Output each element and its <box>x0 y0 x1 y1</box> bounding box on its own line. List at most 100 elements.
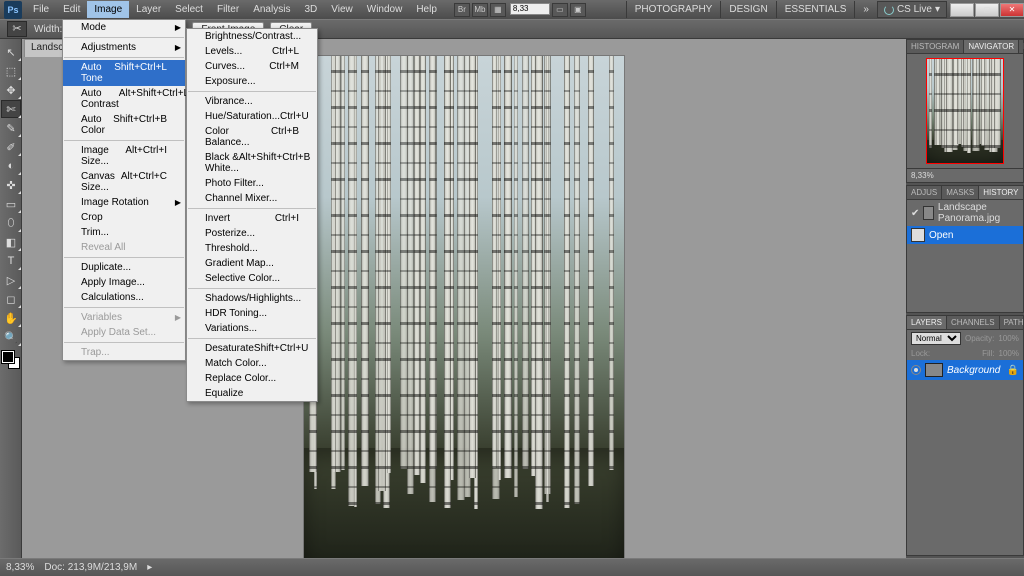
tool-11[interactable]: T <box>1 252 21 270</box>
tool-13[interactable]: ◻ <box>1 290 21 308</box>
tool-10[interactable]: ◧ <box>1 233 21 251</box>
tool-8[interactable]: ▭ <box>1 195 21 213</box>
layer-row-background[interactable]: Background 🔒 <box>907 360 1023 380</box>
fill-value[interactable]: 100% <box>999 349 1019 358</box>
menuitem-auto-tone[interactable]: Auto ToneShift+Ctrl+L <box>63 60 185 86</box>
menuitem-variations---[interactable]: Variations... <box>187 321 317 336</box>
menu-layer[interactable]: Layer <box>129 1 168 18</box>
tool-5[interactable]: ✐ <box>1 138 21 156</box>
menu-window[interactable]: Window <box>360 1 410 18</box>
tool-14[interactable]: ✋ <box>1 309 21 327</box>
menuitem-image-rotation[interactable]: Image Rotation▶ <box>63 195 185 210</box>
tab-adjustments[interactable]: ADJUS <box>907 186 942 199</box>
tab-paths[interactable]: PATHS <box>1000 316 1024 329</box>
workspace-essentials[interactable]: ESSENTIALS <box>776 1 855 18</box>
menu-edit[interactable]: Edit <box>56 1 87 18</box>
tab-info[interactable]: INFO <box>1019 40 1024 53</box>
menuitem-shadows-highlights---[interactable]: Shadows/Highlights... <box>187 291 317 306</box>
color-swatches[interactable] <box>2 351 20 369</box>
cs-live-button[interactable]: CS Live▾ <box>877 1 947 18</box>
menu-filter[interactable]: Filter <box>210 1 246 18</box>
menuitem-vibrance---[interactable]: Vibrance... <box>187 94 317 109</box>
menu-3d[interactable]: 3D <box>297 1 324 18</box>
workspace-more[interactable]: » <box>854 1 875 18</box>
tool-4[interactable]: ✎ <box>1 119 21 137</box>
menuitem-hdr-toning---[interactable]: HDR Toning... <box>187 306 317 321</box>
tool-2[interactable]: ✥ <box>1 81 21 99</box>
menuitem-brightness-contrast---[interactable]: Brightness/Contrast... <box>187 29 317 44</box>
navigator-thumbnail[interactable] <box>926 58 1004 164</box>
minimize-button[interactable]: — <box>950 3 974 17</box>
tool-0[interactable]: ↖ <box>1 43 21 61</box>
tab-layers[interactable]: LAYERS <box>907 316 947 329</box>
canvas[interactable] <box>304 56 624 559</box>
tool-15[interactable]: 🔍 <box>1 328 21 346</box>
menuitem-auto-contrast[interactable]: Auto ContrastAlt+Shift+Ctrl+L <box>63 86 185 112</box>
bridge-icon[interactable]: Br <box>454 3 470 17</box>
menuitem-equalize[interactable]: Equalize <box>187 386 317 401</box>
menu-help[interactable]: Help <box>409 1 444 18</box>
visibility-eye-icon[interactable] <box>911 365 921 375</box>
tab-history[interactable]: HISTORY <box>979 186 1023 199</box>
menuitem-color-balance---[interactable]: Color Balance...Ctrl+B <box>187 124 317 150</box>
menuitem-replace-color---[interactable]: Replace Color... <box>187 371 317 386</box>
tab-channels[interactable]: CHANNELS <box>947 316 1000 329</box>
zoom-level-field[interactable]: 8,33 <box>510 3 550 15</box>
tab-masks[interactable]: MASKS <box>942 186 979 199</box>
menuitem-canvas-size---[interactable]: Canvas Size...Alt+Ctrl+C <box>63 169 185 195</box>
menu-file[interactable]: File <box>26 1 56 18</box>
tool-6[interactable]: ◐ <box>1 157 21 175</box>
menuitem-desaturate[interactable]: DesaturateShift+Ctrl+U <box>187 341 317 356</box>
status-doc-size[interactable]: Doc: 213,9M/213,9M <box>44 562 137 573</box>
viewextras-icon[interactable]: ▦ <box>490 3 506 17</box>
menuitem-apply-image---[interactable]: Apply Image... <box>63 275 185 290</box>
menuitem-adjustments[interactable]: Adjustments▶ <box>63 40 185 55</box>
workspace-photography[interactable]: PHOTOGRAPHY <box>626 1 721 18</box>
blend-mode-select[interactable]: Normal <box>911 332 961 345</box>
menuitem-threshold---[interactable]: Threshold... <box>187 241 317 256</box>
tab-histogram[interactable]: HISTOGRAM <box>907 40 964 53</box>
tool-9[interactable]: ⬯ <box>1 214 21 232</box>
status-arrow-icon[interactable]: ▸ <box>147 562 152 573</box>
workspace-design[interactable]: DESIGN <box>720 1 775 18</box>
tool-1[interactable]: ⬚ <box>1 62 21 80</box>
menuitem-photo-filter---[interactable]: Photo Filter... <box>187 176 317 191</box>
menuitem-black---white---[interactable]: Black & White...Alt+Shift+Ctrl+B <box>187 150 317 176</box>
menu-select[interactable]: Select <box>168 1 210 18</box>
menuitem-selective-color---[interactable]: Selective Color... <box>187 271 317 286</box>
history-state-open[interactable]: Open <box>907 226 1023 244</box>
menuitem-match-color---[interactable]: Match Color... <box>187 356 317 371</box>
close-button[interactable]: ✕ <box>1000 3 1024 17</box>
menu-image[interactable]: Image <box>87 1 129 18</box>
maximize-button[interactable]: ◻ <box>975 3 999 17</box>
menuitem-mode[interactable]: Mode▶ <box>63 20 185 35</box>
screenmode-icon[interactable]: ▣ <box>570 3 586 17</box>
menuitem-posterize---[interactable]: Posterize... <box>187 226 317 241</box>
menuitem-gradient-map---[interactable]: Gradient Map... <box>187 256 317 271</box>
arrange-icon[interactable]: ▭ <box>552 3 568 17</box>
tool-3[interactable]: ✄ <box>1 100 21 118</box>
menuitem-image-size---[interactable]: Image Size...Alt+Ctrl+I <box>63 143 185 169</box>
opacity-value[interactable]: 100% <box>998 334 1018 343</box>
menuitem-levels---[interactable]: Levels...Ctrl+L <box>187 44 317 59</box>
navigator-zoom[interactable]: 8,33% <box>907 168 1023 182</box>
history-snapshot[interactable]: ✔ Landscape Panorama.jpg <box>907 200 1023 226</box>
menuitem-exposure---[interactable]: Exposure... <box>187 74 317 89</box>
menuitem-duplicate---[interactable]: Duplicate... <box>63 260 185 275</box>
tool-12[interactable]: ▷ <box>1 271 21 289</box>
menuitem-invert[interactable]: InvertCtrl+I <box>187 211 317 226</box>
menuitem-hue-saturation---[interactable]: Hue/Saturation...Ctrl+U <box>187 109 317 124</box>
menu-view[interactable]: View <box>324 1 360 18</box>
menuitem-trim---[interactable]: Trim... <box>63 225 185 240</box>
minibridge-icon[interactable]: Mb <box>472 3 488 17</box>
menuitem-calculations---[interactable]: Calculations... <box>63 290 185 305</box>
menuitem-curves---[interactable]: Curves...Ctrl+M <box>187 59 317 74</box>
menu-analysis[interactable]: Analysis <box>246 1 297 18</box>
menuitem-crop[interactable]: Crop <box>63 210 185 225</box>
menuitem-channel-mixer---[interactable]: Channel Mixer... <box>187 191 317 206</box>
status-zoom[interactable]: 8,33% <box>6 562 34 573</box>
tool-7[interactable]: ✜ <box>1 176 21 194</box>
tab-navigator[interactable]: NAVIGATOR <box>964 40 1019 53</box>
current-tool-crop-icon[interactable]: ✂ <box>7 21 27 37</box>
menuitem-auto-color[interactable]: Auto ColorShift+Ctrl+B <box>63 112 185 138</box>
